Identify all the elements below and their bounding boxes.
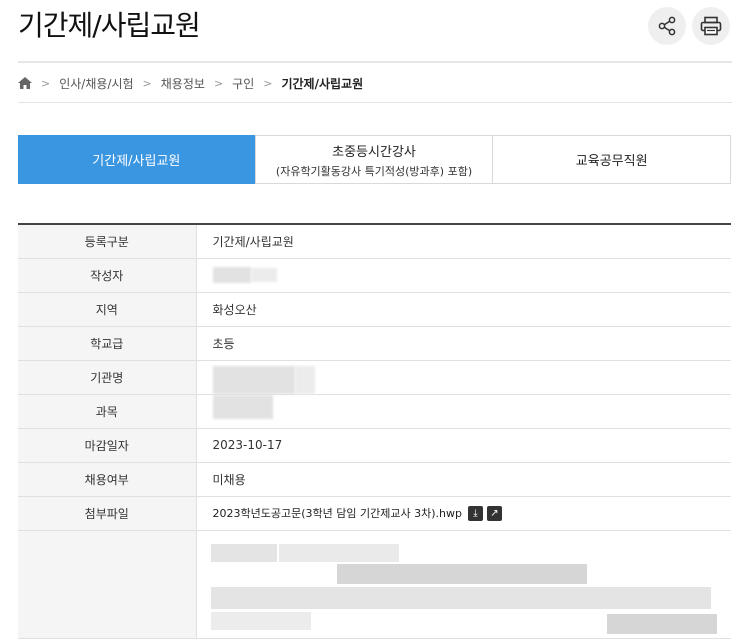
- breadcrumb-item[interactable]: 채용정보: [161, 75, 205, 92]
- row-label: 과목: [18, 394, 197, 429]
- tab-fixed-term-teacher[interactable]: 기간제/사립교원: [18, 135, 255, 184]
- row-value: 기간제/사립교원: [196, 224, 731, 259]
- redacted-text: [210, 611, 311, 630]
- home-icon[interactable]: [18, 77, 32, 89]
- table-row: 작성자: [18, 258, 731, 293]
- share-icon: [658, 16, 676, 36]
- row-label-empty: [18, 530, 197, 639]
- tab-label: 교육공무직원: [575, 154, 648, 169]
- preview-icon[interactable]: ↗: [486, 505, 502, 521]
- row-value-redacted: [196, 258, 731, 293]
- title-divider: [18, 61, 732, 63]
- redacted-text: [336, 563, 587, 584]
- chevron-right-icon: >: [142, 76, 152, 90]
- row-label: 마감일자: [18, 428, 197, 463]
- chevron-right-icon: >: [213, 76, 224, 90]
- redacted-text: [278, 543, 399, 562]
- redacted-text: [210, 543, 277, 562]
- row-label: 작성자: [18, 258, 197, 293]
- row-value: 초등: [196, 326, 731, 361]
- table-row: 기관명: [18, 360, 731, 395]
- table-row: 과목: [18, 394, 731, 429]
- job-info-table: 등록구분 기간제/사립교원 작성자 지역 화성오산 학교급 초등 기관명 과목 …: [18, 223, 731, 639]
- row-value: 화성오산: [196, 292, 731, 327]
- print-icon: [700, 16, 722, 36]
- breadcrumb: > 인사/채용/시험 > 채용정보 > 구인 > 기간제/사립교원: [18, 73, 363, 93]
- download-icon[interactable]: ⤓: [467, 505, 483, 521]
- row-value-redacted: [196, 360, 731, 395]
- row-value-redacted: [196, 394, 731, 429]
- content-body-redacted: [196, 530, 732, 639]
- row-label: 첨부파일: [18, 496, 197, 531]
- row-label: 학교급: [18, 326, 197, 361]
- table-row: [18, 530, 732, 639]
- attachment-cell: 2023학년도공고문(3학년 담임 기간제교사 3차).hwp ⤓ ↗: [196, 496, 731, 531]
- row-value: 미채용: [196, 462, 731, 497]
- share-button[interactable]: [648, 7, 686, 45]
- attachment-file[interactable]: 2023학년도공고문(3학년 담임 기간제교사 3차).hwp ⤓ ↗: [213, 505, 502, 521]
- row-label: 기관명: [18, 360, 197, 395]
- table-row: 첨부파일 2023학년도공고문(3학년 담임 기간제교사 3차).hwp ⤓ ↗: [18, 496, 731, 531]
- tab-part-time-lecturer[interactable]: 초중등시간강사 (자유학기활동강사 특기적성(방과후) 포함): [254, 136, 493, 183]
- row-label: 지역: [18, 292, 197, 327]
- table-row: 학교급 초등: [18, 326, 731, 361]
- redacted-text: [212, 394, 273, 419]
- breadcrumb-item[interactable]: 구인: [232, 75, 254, 92]
- row-value: 2023-10-17: [196, 428, 731, 463]
- tab-label: 초중등시간강사: [332, 144, 416, 160]
- tab-sublabel: (자유학기활동강사 특기적성(방과후) 포함): [275, 164, 473, 178]
- table-row: 지역 화성오산: [18, 292, 731, 327]
- redacted-text: [294, 365, 315, 394]
- category-tabs: 기간제/사립교원 초중등시간강사 (자유학기활동강사 특기적성(방과후) 포함)…: [18, 135, 731, 184]
- breadcrumb-item[interactable]: 인사/채용/시험: [59, 75, 133, 92]
- table-row: 마감일자 2023-10-17: [18, 428, 731, 463]
- chevron-right-icon: >: [263, 76, 273, 90]
- breadcrumb-divider: [18, 102, 732, 103]
- redacted-text: [250, 268, 277, 282]
- redacted-text: [606, 613, 717, 634]
- tab-education-staff[interactable]: 교육공무직원: [492, 136, 730, 183]
- redacted-text: [212, 365, 295, 394]
- chevron-right-icon: >: [41, 76, 51, 90]
- attachment-filename[interactable]: 2023학년도공고문(3학년 담임 기간제교사 3차).hwp: [213, 505, 462, 521]
- redacted-text: [212, 267, 251, 283]
- print-button[interactable]: [692, 7, 730, 45]
- breadcrumb-current: 기간제/사립교원: [281, 76, 364, 91]
- row-label: 등록구분: [18, 224, 197, 259]
- tab-label: 기간제/사립교원: [92, 154, 181, 169]
- redacted-content: [197, 532, 732, 637]
- page-title: 기간제/사립교원: [18, 9, 201, 42]
- row-label: 채용여부: [18, 462, 197, 497]
- table-row: 등록구분 기간제/사립교원: [18, 224, 731, 259]
- redacted-text: [210, 586, 711, 609]
- table-row: 채용여부 미채용: [18, 462, 731, 497]
